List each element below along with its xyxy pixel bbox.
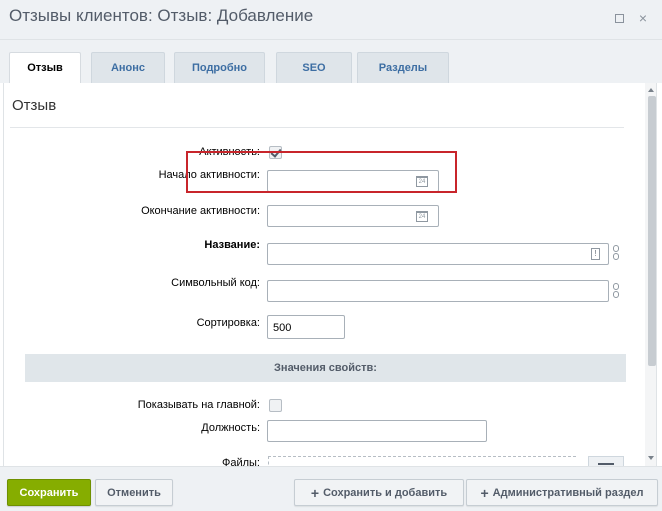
files-dropzone[interactable] [268,456,576,466]
calendar-icon[interactable]: 24 [416,211,428,222]
show-main-label: Показывать на главной: [137,399,260,411]
name-label: Название: [204,239,260,251]
code-label: Символьный код: [171,277,260,289]
tab-seo[interactable]: SEO [276,52,352,83]
scroll-down-icon[interactable] [648,456,654,460]
cancel-button[interactable]: Отменить [95,479,173,506]
section-divider [10,127,624,128]
link-chain-icon[interactable] [613,245,620,262]
plus-icon: + [480,485,489,501]
tab-podrobno[interactable]: Подробно [174,52,265,83]
files-label: Файлы: [221,457,260,466]
link-chain-icon[interactable] [613,283,620,300]
close-icon[interactable]: × [636,11,650,25]
section-title: Отзыв [12,97,57,114]
save-and-add-button[interactable]: + Сохранить и добавить [294,479,464,506]
save-and-add-label: Сохранить и добавить [323,487,448,499]
scroll-up-icon[interactable] [648,88,654,92]
translit-icon[interactable]: ! [591,248,600,260]
window-titlebar: Отзывы клиентов: Отзыв: Добавление × [0,0,662,40]
files-menu-button[interactable] [588,456,624,466]
window-title: Отзывы клиентов: Отзыв: Добавление [9,6,314,25]
show-main-checkbox[interactable] [269,399,282,412]
form-panel: Отзыв Активность: Начало активности: 24 … [3,83,657,466]
tab-anons[interactable]: Анонс [91,52,165,83]
plus-icon: + [310,485,320,501]
restore-window-icon[interactable] [612,11,626,25]
sort-input[interactable] [267,315,345,339]
position-input[interactable] [267,420,487,442]
properties-header: Значения свойств: [25,354,626,382]
end-date-input[interactable] [267,205,439,227]
admin-section-button[interactable]: + Административный раздел [466,479,658,506]
vertical-scrollbar[interactable] [645,83,656,466]
start-date-input[interactable] [267,170,439,192]
active-label: Активность: [199,146,260,158]
start-date-label: Начало активности: [158,169,260,181]
sort-label: Сортировка: [196,317,260,329]
tab-otzyv[interactable]: Отзыв [9,52,81,84]
end-date-label: Окончание активности: [141,205,260,217]
scroll-thumb[interactable] [648,96,656,366]
admin-section-label: Административный раздел [492,487,644,499]
save-button[interactable]: Сохранить [7,479,91,506]
active-checkbox[interactable] [269,146,282,159]
calendar-icon[interactable]: 24 [416,176,428,187]
position-label: Должность: [201,422,260,434]
code-input[interactable] [267,280,609,302]
tab-razdely[interactable]: Разделы [357,52,449,83]
name-input[interactable] [267,243,609,265]
